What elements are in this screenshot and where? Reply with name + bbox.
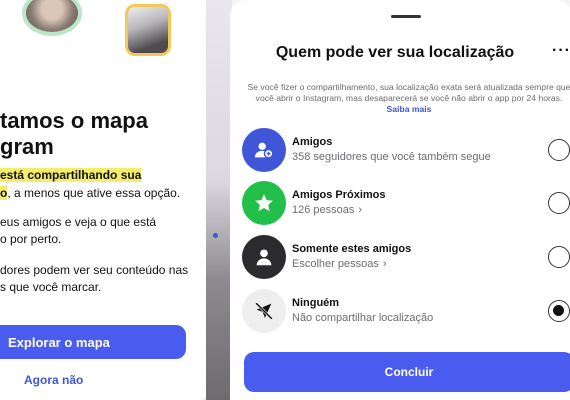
confirm-button[interactable]: Concluir — [244, 352, 570, 392]
page-indicator-dot — [213, 233, 218, 238]
radio-button[interactable] — [548, 246, 570, 268]
person-icon — [242, 235, 286, 279]
intro-paragraph-sharing: está compartilhando sua o, a menos que a… — [0, 168, 181, 200]
option-title: Amigos Próximos — [292, 189, 386, 201]
friend-photo-image — [125, 4, 171, 56]
people-icon — [242, 128, 286, 172]
option-close-friends[interactable]: Amigos Próximos 126 pessoas › — [242, 181, 570, 227]
option-title: Ninguém — [292, 297, 340, 309]
option-only-these-friends[interactable]: Somente estes amigos Escolher pessoas › — [242, 235, 570, 281]
radio-button[interactable] — [548, 192, 570, 214]
chevron-right-icon: › — [358, 204, 363, 216]
sheet-grabber-handle[interactable] — [391, 15, 421, 18]
option-subtitle: 126 pessoas › — [292, 204, 363, 216]
intro-title: tamos o mapa gram — [0, 108, 148, 159]
learn-more-link[interactable]: Saiba mais — [387, 104, 432, 114]
chevron-right-icon: › — [382, 258, 387, 270]
sheet-description: Se você fizer o compartilhamento, sua lo… — [247, 82, 570, 114]
sheet-title: Quem pode ver sua localização — [275, 44, 515, 61]
location-visibility-sheet: Quem pode ver sua localização ··· Se voc… — [230, 0, 570, 400]
radio-button[interactable] — [548, 139, 570, 161]
friend-avatar-image — [22, 0, 82, 36]
radio-button-selected[interactable] — [548, 300, 570, 322]
option-nobody[interactable]: Ninguém Não compartilhar localização — [242, 289, 570, 335]
option-title: Somente estes amigos — [292, 243, 412, 255]
explore-map-button[interactable]: Explorar o mapa — [0, 325, 186, 359]
option-subtitle: 358 seguidores que você também segue — [292, 151, 491, 163]
not-now-link[interactable]: Agora não — [24, 373, 83, 387]
map-intro-panel: tamos o mapa gram está compartilhando su… — [0, 0, 214, 400]
star-icon — [242, 181, 286, 225]
option-title: Amigos — [292, 136, 333, 148]
more-options-icon[interactable]: ··· — [552, 42, 570, 60]
location-off-icon — [242, 289, 286, 333]
intro-paragraph-friends: eus amigos e veja o que está o por perto… — [0, 215, 157, 246]
option-subtitle: Não compartilhar localização — [292, 312, 434, 324]
intro-paragraph-followers: dores podem ver seu conteúdo nas s que v… — [0, 263, 189, 294]
option-friends[interactable]: Amigos 358 seguidores que você também se… — [242, 128, 570, 174]
option-subtitle: Escolher pessoas › — [292, 258, 387, 270]
background-map-strip — [206, 0, 232, 400]
